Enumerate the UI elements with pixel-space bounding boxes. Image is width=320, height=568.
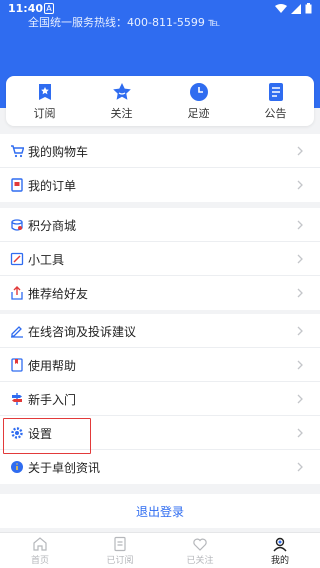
- tab-label: 已订阅: [106, 556, 134, 566]
- menu-item-label: 设置: [28, 427, 53, 441]
- menu-item-label: 我的购物车: [28, 145, 89, 159]
- menu-item-newbie[interactable]: 新手入门: [0, 382, 320, 416]
- bottom-tab-bar: 首页 已订阅 已关注 我的: [0, 532, 320, 568]
- service-hotline[interactable]: 全国统一服务热线：400-811-5599 ℡: [28, 14, 220, 30]
- cart-icon: [11, 145, 24, 158]
- menu-item-recommend[interactable]: 推荐给好友: [0, 276, 320, 310]
- star-icon: [112, 83, 131, 100]
- quick-action-notice[interactable]: 公告: [237, 76, 314, 126]
- menu-item-tools[interactable]: 小工具: [0, 242, 320, 276]
- book-icon: [11, 358, 23, 372]
- tab-label: 首页: [30, 556, 49, 566]
- logout-label: 退出登录: [135, 504, 184, 519]
- quick-action-label: 足迹: [187, 107, 210, 120]
- notice-icon: [268, 83, 283, 101]
- quick-action-history[interactable]: 足迹: [160, 76, 237, 126]
- menu-group-extras: 积分商城 小工具 推荐给好友: [0, 208, 320, 310]
- menu-item-points-mall[interactable]: 积分商城: [0, 208, 320, 242]
- bookmark-star-icon: [38, 84, 51, 100]
- tab-followed[interactable]: 已关注: [160, 533, 240, 568]
- order-icon: [11, 178, 23, 192]
- chevron-right-icon: [297, 146, 303, 156]
- menu-group-support: 在线咨询及投诉建议 使用帮助 新手入门 设置 关于卓创资讯: [0, 314, 320, 484]
- document-icon: [114, 536, 126, 552]
- menu-item-label: 推荐给好友: [28, 287, 89, 301]
- tab-label: 我的: [270, 556, 289, 566]
- share-icon: [11, 286, 23, 300]
- menu-item-settings[interactable]: 设置: [0, 416, 320, 450]
- chevron-right-icon: [297, 254, 303, 264]
- gear-icon: [11, 427, 23, 439]
- signpost-icon: [12, 393, 22, 405]
- wifi-icon: [275, 3, 287, 13]
- menu-item-label: 积分商城: [28, 219, 77, 233]
- coins-icon: [11, 219, 23, 231]
- menu-item-label: 新手入门: [28, 393, 77, 407]
- chevron-right-icon: [297, 180, 303, 190]
- quick-action-label: 关注: [110, 107, 133, 120]
- chevron-right-icon: [297, 394, 303, 404]
- clock-icon: [189, 83, 208, 101]
- menu-item-label: 使用帮助: [28, 359, 77, 373]
- menu-item-consult[interactable]: 在线咨询及投诉建议: [0, 314, 320, 348]
- quick-action-subscribe[interactable]: 订阅: [6, 76, 83, 126]
- info-icon: [11, 461, 23, 473]
- quick-action-follow[interactable]: 关注: [83, 76, 160, 126]
- edit-icon: [11, 326, 23, 338]
- quick-action-label: 订阅: [33, 107, 56, 120]
- menu-item-orders[interactable]: 我的订单: [0, 168, 320, 202]
- menu-group-shopping: 我的购物车 我的订单: [0, 134, 320, 202]
- tab-label: 已关注: [186, 556, 214, 566]
- chevron-right-icon: [297, 326, 303, 336]
- chevron-right-icon: [297, 360, 303, 370]
- chevron-right-icon: [297, 428, 303, 438]
- menu-item-label: 在线咨询及投诉建议: [28, 325, 137, 339]
- heart-icon: [193, 538, 207, 551]
- menu-item-label: 我的订单: [28, 179, 77, 193]
- tab-subscribed[interactable]: 已订阅: [80, 533, 160, 568]
- menu-item-help[interactable]: 使用帮助: [0, 348, 320, 382]
- chevron-right-icon: [297, 220, 303, 230]
- chevron-right-icon: [297, 462, 303, 472]
- tab-mine[interactable]: 我的: [240, 533, 320, 568]
- quick-actions-card: 订阅 关注 足迹 公告: [6, 76, 314, 126]
- menu-item-cart[interactable]: 我的购物车: [0, 134, 320, 168]
- menu-item-label: 关于卓创资讯: [28, 461, 101, 475]
- home-icon: [33, 537, 47, 551]
- menu-item-label: 小工具: [28, 253, 65, 267]
- user-icon: [273, 537, 287, 552]
- chevron-right-icon: [297, 288, 303, 298]
- battery-icon: [305, 3, 312, 14]
- notification-icon: A: [44, 3, 54, 14]
- menu-item-about[interactable]: 关于卓创资讯: [0, 450, 320, 484]
- signal-icon: [291, 3, 301, 14]
- tab-home[interactable]: 首页: [0, 533, 80, 568]
- quick-action-label: 公告: [264, 107, 287, 120]
- tool-icon: [10, 252, 24, 266]
- logout-button[interactable]: 退出登录: [0, 494, 320, 528]
